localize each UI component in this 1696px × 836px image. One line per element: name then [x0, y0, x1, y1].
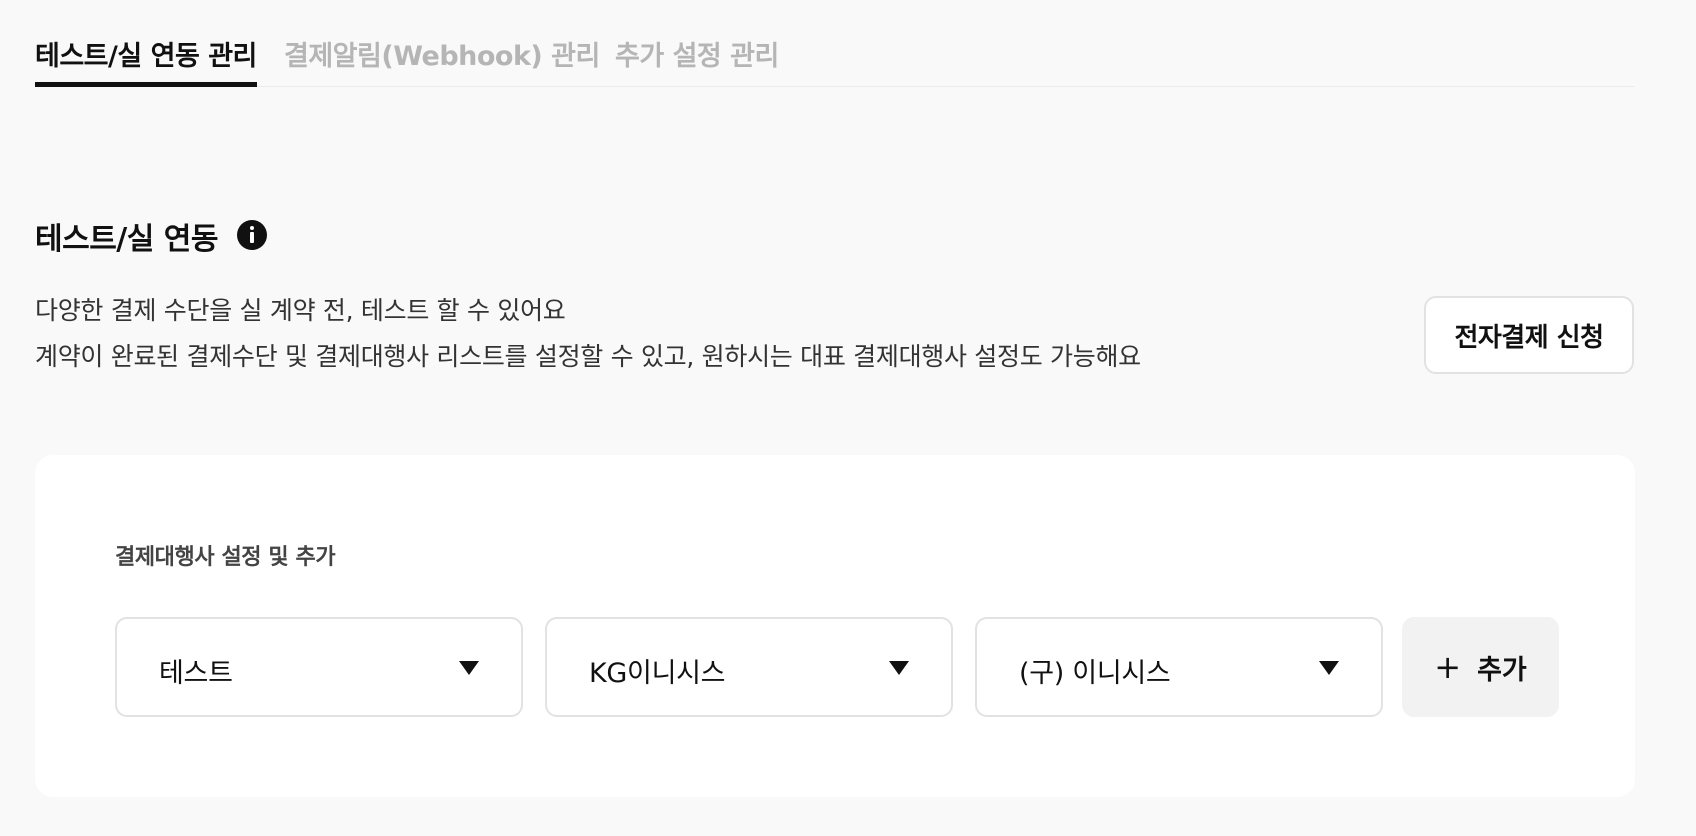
- apply-payment-button[interactable]: 전자결제 신청: [1424, 296, 1634, 374]
- info-icon-dot: [250, 226, 254, 230]
- pg-module-select[interactable]: (구) 이니시스: [975, 617, 1383, 717]
- caret-down-icon: [459, 661, 479, 675]
- tab-webhook[interactable]: 결제알림(Webhook) 관리: [284, 34, 600, 73]
- caret-down-icon: [889, 661, 909, 675]
- tab-additional-settings[interactable]: 추가 설정 관리: [615, 34, 779, 73]
- environment-select[interactable]: 테스트: [115, 617, 523, 717]
- plus-icon: +: [1434, 648, 1462, 686]
- pg-provider-select[interactable]: KG이니시스: [545, 617, 953, 717]
- add-button-label: 추가: [1477, 654, 1527, 686]
- tab-bar: 테스트/실 연동 관리 결제알림(Webhook) 관리 추가 설정 관리: [35, 0, 1635, 87]
- tab-test-live-integration[interactable]: 테스트/실 연동 관리: [35, 34, 257, 87]
- pg-settings-card: 결제대행사 설정 및 추가 테스트 KG이니시스 (구) 이니시스 + 추가: [35, 455, 1635, 797]
- info-icon-stem: [250, 232, 254, 243]
- pg-provider-select-value: KG이니시스: [589, 658, 726, 689]
- pg-module-select-value: (구) 이니시스: [1019, 658, 1171, 689]
- section-title: 테스트/실 연동: [35, 222, 219, 257]
- section-description-line-1: 다양한 결제 수단을 실 계약 전, 테스트 할 수 있어요: [35, 296, 566, 325]
- pg-settings-label: 결제대행사 설정 및 추가: [115, 545, 336, 570]
- info-icon[interactable]: [237, 220, 267, 250]
- section-description-line-2: 계약이 완료된 결제수단 및 결제대행사 리스트를 설정할 수 있고, 원하시는…: [35, 342, 1141, 371]
- environment-select-value: 테스트: [159, 658, 233, 689]
- add-pg-button[interactable]: + 추가: [1402, 617, 1559, 717]
- caret-down-icon: [1319, 661, 1339, 675]
